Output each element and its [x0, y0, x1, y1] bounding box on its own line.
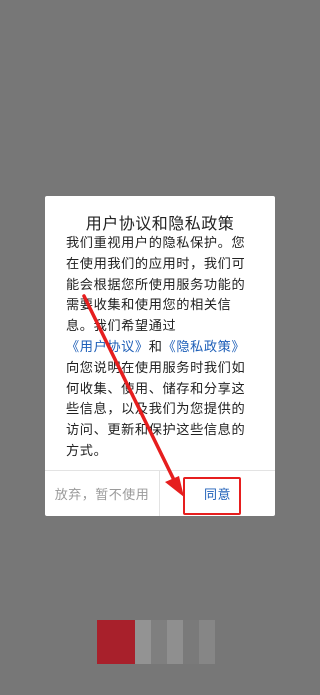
- privacy-policy-link[interactable]: 《隐私政策》: [163, 340, 246, 355]
- body-text-part2: 向您说明在使用服务时我们如何收集、使用、储存和分享这些信息，以及我们为您提供的访…: [66, 360, 246, 459]
- blurred-logo-image: [97, 620, 135, 664]
- dialog-body-text: 我们重视用户的隐私保护。您在使用我们的应用时，我们可能会根据您所使用服务功能的需…: [66, 234, 258, 463]
- agreement-dialog: 用户协议和隐私政策 我们重视用户的隐私保护。您在使用我们的应用时，我们可能会根据…: [45, 196, 275, 516]
- body-text-part1: 我们重视用户的隐私保护。您在使用我们的应用时，我们可能会根据您所使用服务功能的需…: [66, 236, 246, 335]
- dialog-title: 用户协议和隐私政策: [85, 214, 235, 233]
- user-agreement-link[interactable]: 《用户协议》: [66, 340, 149, 355]
- decline-button[interactable]: 放弃，暂不使用: [45, 471, 159, 516]
- blurred-watermark-image: [135, 620, 215, 664]
- agree-button[interactable]: 同意: [160, 471, 275, 516]
- body-text-and: 和: [148, 339, 163, 355]
